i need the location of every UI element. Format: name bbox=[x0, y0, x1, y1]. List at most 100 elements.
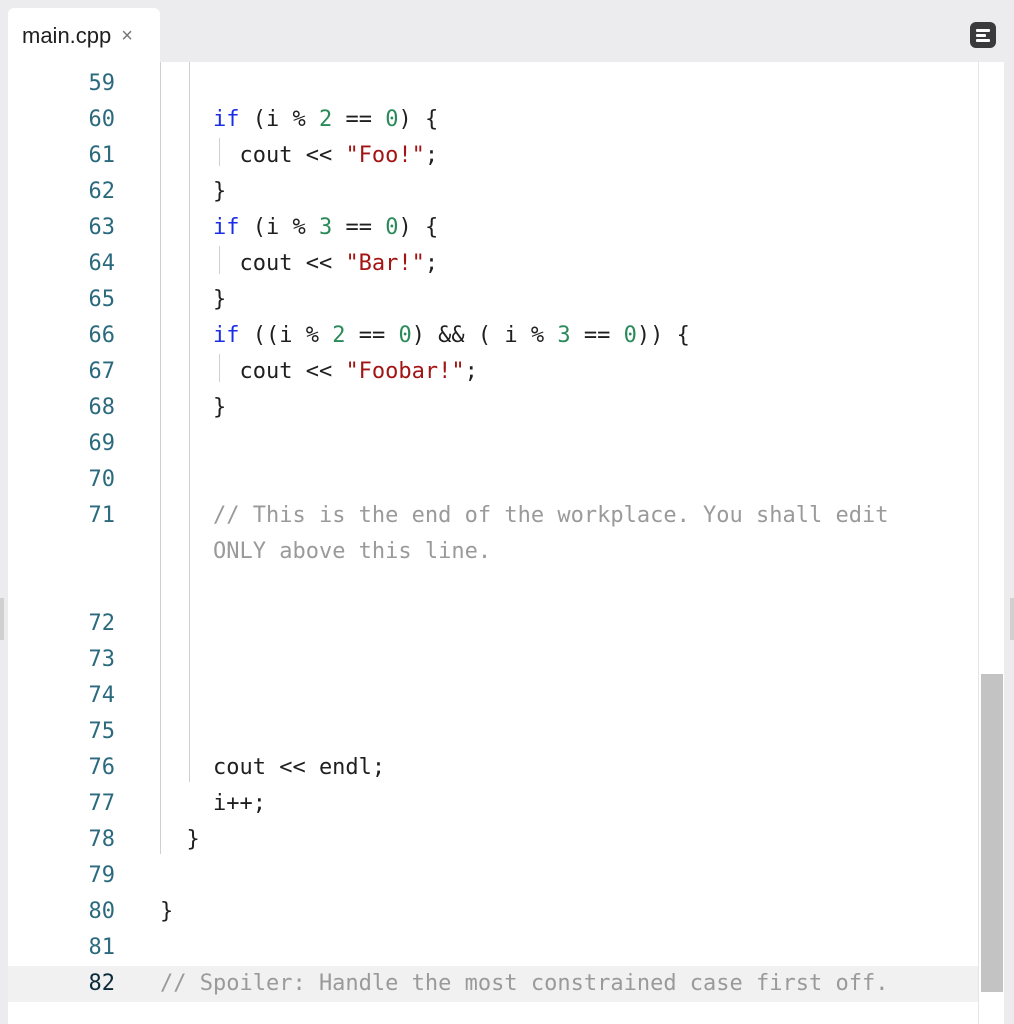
tab-bar: main.cpp × bbox=[0, 0, 1014, 64]
code-token: ; bbox=[464, 359, 478, 384]
code-line[interactable]: 62 } bbox=[8, 174, 978, 210]
code-token: cout << bbox=[160, 251, 346, 276]
line-number: 72 bbox=[88, 611, 116, 636]
code-line[interactable]: 76 cout << endl; bbox=[8, 750, 978, 786]
code-line[interactable]: 77 i++; bbox=[8, 786, 978, 822]
code-line[interactable]: 60 if (i % 2 == 0) { bbox=[8, 102, 978, 138]
line-code: ONLY above this line. bbox=[160, 534, 491, 570]
line-number: 70 bbox=[88, 467, 116, 492]
string-token: "Foo!" bbox=[345, 143, 425, 168]
line-code: cout << "Bar!"; bbox=[160, 246, 438, 282]
line-code: if ((i % 2 == 0) && ( i % 3 == 0)) { bbox=[160, 318, 690, 354]
number-token: 0 bbox=[398, 323, 412, 348]
line-code: if (i % 3 == 0) { bbox=[160, 210, 438, 246]
panel-menu-icon[interactable] bbox=[970, 22, 996, 48]
code-line[interactable]: 78 } bbox=[8, 822, 978, 858]
code-token: cout << endl; bbox=[160, 755, 386, 780]
code-line[interactable]: 63 if (i % 3 == 0) { bbox=[8, 210, 978, 246]
line-number: 69 bbox=[88, 431, 116, 456]
line-number: 60 bbox=[88, 107, 116, 132]
line-code: } bbox=[160, 894, 173, 930]
line-code: cout << "Foobar!"; bbox=[160, 354, 478, 390]
code-line[interactable]: 82 // Spoiler: Handle the most constraine… bbox=[8, 966, 978, 1002]
line-number: 74 bbox=[88, 683, 116, 708]
number-token: 0 bbox=[623, 323, 637, 348]
close-icon[interactable]: × bbox=[121, 26, 133, 46]
code-line[interactable]: 59 bbox=[8, 66, 978, 102]
code-token: (i % bbox=[239, 215, 319, 240]
line-code: } bbox=[160, 390, 226, 426]
code-line[interactable]: 68 } bbox=[8, 390, 978, 426]
code-line[interactable]: 70 bbox=[8, 462, 978, 498]
line-number: 80 bbox=[88, 899, 116, 924]
code-token: } bbox=[160, 179, 227, 204]
line-code: // This is the end of the workplace. You… bbox=[160, 498, 889, 534]
code-line[interactable]: 73 bbox=[8, 642, 978, 678]
code-token: } bbox=[160, 287, 227, 312]
indent-guide bbox=[219, 138, 220, 166]
line-number: 62 bbox=[88, 179, 116, 204]
line-number: 75 bbox=[88, 719, 116, 744]
comment-token: // This is the end of the workplace. You… bbox=[212, 503, 889, 528]
code-line[interactable]: 65 } bbox=[8, 282, 978, 318]
line-code: cout << endl; bbox=[160, 750, 385, 786]
line-code: cout << "Foo!"; bbox=[160, 138, 438, 174]
line-number: 78 bbox=[88, 827, 116, 852]
right-resize-handle[interactable] bbox=[1010, 598, 1014, 640]
tab-main-cpp[interactable]: main.cpp × bbox=[8, 8, 160, 64]
keyword-token: if bbox=[212, 323, 240, 348]
code-line[interactable]: 81 bbox=[8, 930, 978, 966]
code-token: ; bbox=[424, 143, 439, 168]
code-line[interactable]: 75 bbox=[8, 714, 978, 750]
vertical-scrollbar[interactable] bbox=[978, 62, 1004, 1024]
code-line[interactable] bbox=[8, 570, 978, 606]
code-token: i++; bbox=[160, 791, 266, 816]
scrollbar-thumb[interactable] bbox=[981, 674, 1003, 992]
line-number: 73 bbox=[88, 647, 116, 672]
line-code: if (i % 2 == 0) { bbox=[160, 102, 438, 138]
code-line[interactable]: 72 bbox=[8, 606, 978, 642]
code-line[interactable]: 79 bbox=[8, 858, 978, 894]
number-token: 2 bbox=[332, 323, 346, 348]
code-line[interactable]: 66 if ((i % 2 == 0) && ( i % 3 == 0)) { bbox=[8, 318, 978, 354]
line-number: 76 bbox=[88, 755, 116, 780]
code-token: } bbox=[160, 827, 200, 852]
keyword-token: if bbox=[212, 107, 240, 132]
code-line[interactable]: ONLY above this line. bbox=[8, 534, 978, 570]
code-token: )) { bbox=[636, 323, 690, 348]
code-token: } bbox=[160, 395, 227, 420]
line-number: 71 bbox=[88, 503, 116, 528]
number-token: 2 bbox=[318, 107, 333, 132]
number-token: 0 bbox=[385, 215, 399, 240]
line-number: 79 bbox=[88, 863, 116, 888]
line-number: 77 bbox=[88, 791, 116, 816]
number-token: 3 bbox=[318, 215, 333, 240]
number-token: 0 bbox=[385, 107, 399, 132]
code-line[interactable]: 80} bbox=[8, 894, 978, 930]
line-number: 63 bbox=[88, 215, 116, 240]
code-line[interactable]: 71 // This is the end of the workplace. … bbox=[8, 498, 978, 534]
code-line[interactable]: 61 cout << "Foo!"; bbox=[8, 138, 978, 174]
line-code: } bbox=[160, 822, 200, 858]
code-token: == bbox=[332, 107, 386, 132]
code-token: cout << bbox=[160, 359, 346, 384]
code-token: ((i % bbox=[239, 323, 333, 348]
code-line[interactable]: 69 bbox=[8, 426, 978, 462]
code-line[interactable]: 64 cout << "Bar!"; bbox=[8, 246, 978, 282]
code-line[interactable]: 67 cout << "Foobar!"; bbox=[8, 354, 978, 390]
line-number: 67 bbox=[88, 359, 116, 384]
line-number: 59 bbox=[88, 71, 116, 96]
line-code: } bbox=[160, 174, 226, 210]
code-token: ) { bbox=[398, 215, 439, 240]
code-line[interactable]: 74 bbox=[8, 678, 978, 714]
left-resize-handle[interactable] bbox=[0, 598, 4, 640]
code-token: ) { bbox=[398, 107, 439, 132]
line-number: 61 bbox=[88, 143, 116, 168]
code-token: ) && ( i % bbox=[411, 323, 558, 348]
code-token: == bbox=[570, 323, 624, 348]
line-number: 66 bbox=[88, 323, 116, 348]
line-code: } bbox=[160, 282, 226, 318]
code-editor[interactable]: 59 60 if (i % 2 == 0) {61 cout << "Foo!";… bbox=[8, 62, 1004, 1024]
